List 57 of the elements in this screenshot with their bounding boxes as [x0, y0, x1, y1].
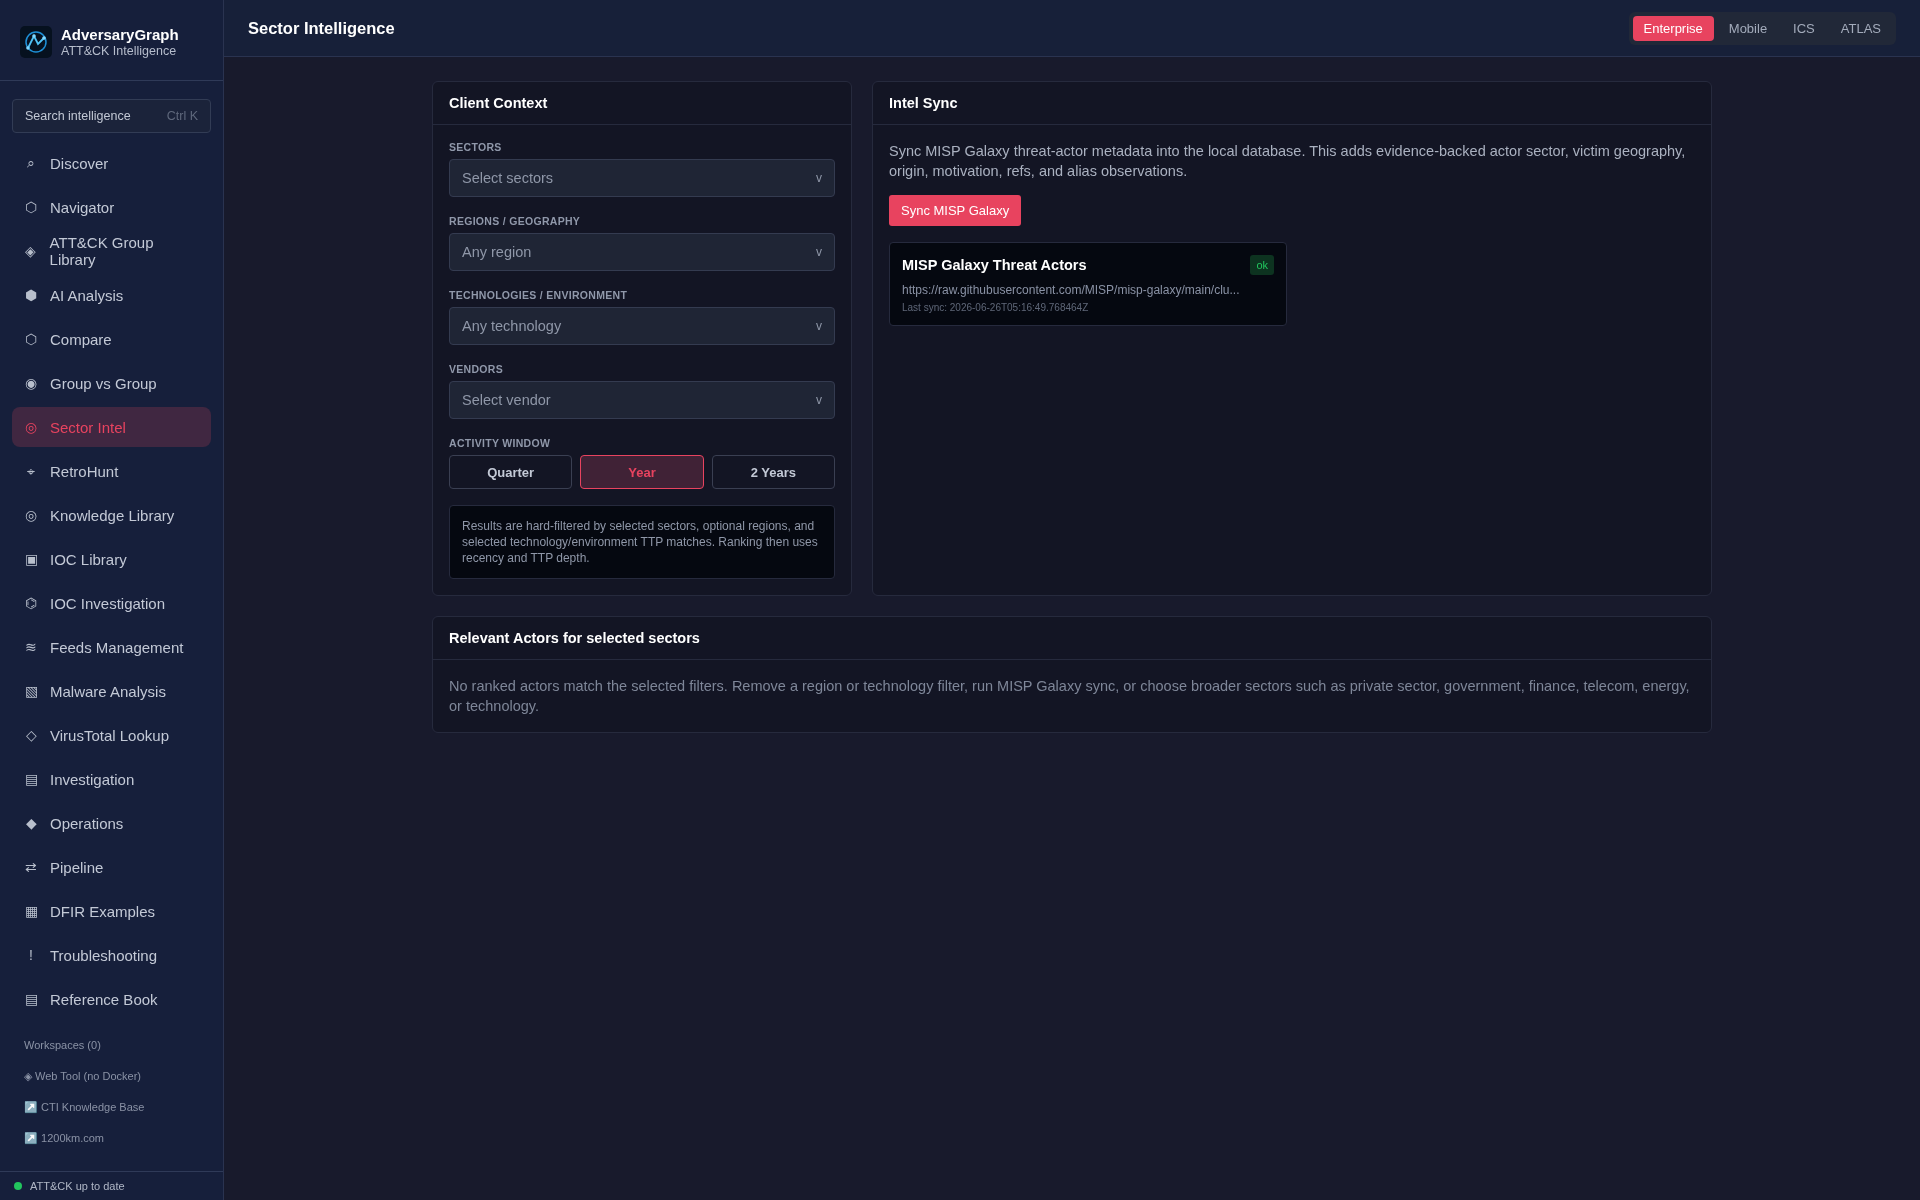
- sidebar-link[interactable]: ↗ CTI Knowledge Base: [0, 1092, 223, 1123]
- empty-message: No ranked actors match the selected filters. Remove a region or technology filter, run MISP Galaxy sync, or choose broader sectors such as private sector, government, finance, telecom, energy, or technology.: [449, 677, 1691, 716]
- app-subtitle: ATT&CK Intelligence: [61, 44, 178, 58]
- last-sync: Last sync: 2026-06-26T05:16:49.768464Z: [902, 302, 1090, 313]
- workspaces-label: Workspaces (0): [23, 1038, 102, 1053]
- status-badge: ok: [1250, 255, 1274, 275]
- logo-icon: [20, 26, 52, 58]
- field-label: VENDORS: [449, 363, 505, 375]
- nav-item[interactable]: ⇄ Pipeline: [12, 847, 211, 887]
- nav-item[interactable]: ▦ DFIR Examples: [12, 891, 211, 931]
- nav-item[interactable]: ◇ VirusTotal Lookup: [12, 715, 211, 755]
- select-field[interactable]: Select sectors v: [449, 159, 835, 197]
- field-label: SECTORS: [449, 141, 503, 153]
- select-field[interactable]: Any region v: [449, 233, 835, 271]
- source-url: https://raw.githubusercontent.com/MISP/misp-galaxy/main/clu...: [902, 283, 1241, 297]
- nav-item[interactable]: ◎ Sector Intel: [12, 407, 211, 447]
- card-title: Client Context: [433, 82, 851, 125]
- nav-item[interactable]: ⬢ AI Analysis: [12, 275, 211, 315]
- nav-item[interactable]: ▧ Malware Analysis: [12, 671, 211, 711]
- card-title: Intel Sync: [873, 82, 1711, 125]
- select-field[interactable]: Any technology v: [449, 307, 835, 345]
- nav-item[interactable]: ◎ Knowledge Library: [12, 495, 211, 535]
- shortcut-hint: Ctrl K: [166, 109, 198, 123]
- nav-item[interactable]: ⌬ IOC Investigation: [12, 583, 211, 623]
- nav-item[interactable]: ◉ Group vs Group: [12, 363, 211, 403]
- sidebar-link[interactable]: ↗ 1200km.com: [0, 1123, 223, 1154]
- nav-item[interactable]: ⌕ Discover: [12, 143, 211, 183]
- nav-item[interactable]: ! Troubleshooting: [12, 935, 211, 975]
- app-name: AdversaryGraph: [61, 26, 179, 43]
- nav-item[interactable]: ⬡ Compare: [12, 319, 211, 359]
- field-label: REGIONS / GEOGRAPHY: [449, 215, 582, 227]
- filter-note: Results are hard-filtered by selected sectors, optional regions, and selected technology/environment TTP matches. Ranking then uses recency and TTP depth.: [449, 505, 835, 579]
- source-name: MISP Galaxy Threat Actors: [902, 257, 1087, 273]
- nav-item[interactable]: ≋ Feeds Management: [12, 627, 211, 667]
- nav-item[interactable]: ◆ Operations: [12, 803, 211, 843]
- nav-item[interactable]: ▤ Reference Book: [12, 979, 211, 1019]
- select-field[interactable]: Select vendor v: [449, 381, 835, 419]
- matrix-tab[interactable]: ICS: [1782, 15, 1826, 41]
- field-label: ACTIVITY WINDOW: [449, 437, 552, 449]
- nav-item[interactable]: ⬡ Navigator: [12, 187, 211, 227]
- nav-item[interactable]: ▤ Investigation: [12, 759, 211, 799]
- page-title: Sector Intelligence: [248, 18, 395, 38]
- card-title: Relevant Actors for selected sectors: [433, 617, 1711, 660]
- nav-item[interactable]: ▣ IOC Library: [12, 539, 211, 579]
- sidebar-link[interactable]: ◈ Web Tool (no Docker): [0, 1061, 223, 1092]
- field-label: TECHNOLOGIES / ENVIRONMENT: [449, 289, 629, 301]
- activity-option[interactable]: Quarter: [449, 455, 573, 489]
- nav-item[interactable]: ⌖ RetroHunt: [12, 451, 211, 491]
- matrix-tab[interactable]: Enterprise: [1632, 15, 1714, 41]
- matrix-tab[interactable]: Mobile: [1717, 15, 1779, 41]
- activity-option[interactable]: 2 Years: [711, 455, 835, 489]
- matrix-tab[interactable]: ATLAS: [1829, 15, 1892, 41]
- status-text: ATT&CK up to date: [30, 1180, 125, 1192]
- search-field[interactable]: Search intelligence Ctrl K: [12, 99, 211, 133]
- sync-button[interactable]: Sync MISP Galaxy: [889, 195, 1022, 226]
- sync-description: Sync MISP Galaxy threat-actor metadata into the local database. This adds evidence-backed actor sector, victim geography, origin, motivation, refs, and alias observations.: [889, 142, 1687, 181]
- activity-option[interactable]: Year: [580, 455, 704, 489]
